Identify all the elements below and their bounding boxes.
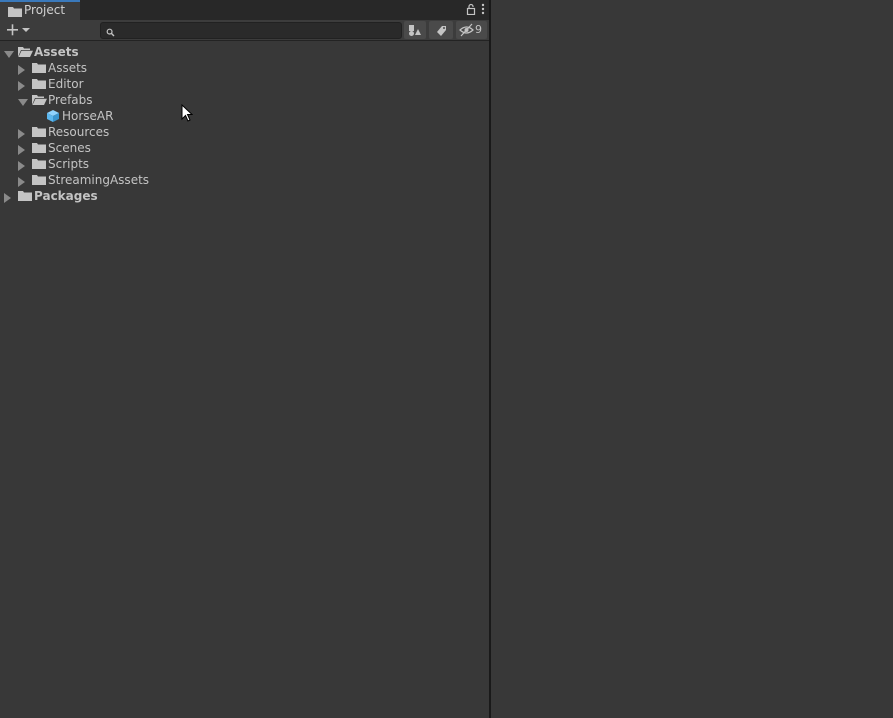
filter-by-label-button[interactable] <box>429 21 453 39</box>
tree-item[interactable]: Assets <box>0 44 489 60</box>
tree-item-label: Prefabs <box>48 93 93 107</box>
tree-item-label: Assets <box>48 61 88 75</box>
folder-open-icon <box>18 46 33 60</box>
project-window: Project 9 Assets Assets Editor Prefabs H… <box>0 0 489 718</box>
tree-item[interactable]: StreamingAssets <box>0 172 489 188</box>
filter-by-type-icon <box>409 25 421 36</box>
tree-item[interactable]: Resources <box>0 124 489 140</box>
tab-strip: Project <box>0 0 489 20</box>
eye-slash-icon <box>459 23 474 37</box>
project-browser-content <box>491 0 893 718</box>
tree-item-label: Assets <box>34 45 79 59</box>
folder-icon <box>18 190 32 204</box>
search-input[interactable] <box>119 23 395 38</box>
tree-item-label: Editor <box>48 77 84 91</box>
tree-item-label: StreamingAssets <box>48 173 150 187</box>
plus-icon <box>7 24 18 36</box>
mouse-cursor-icon <box>181 103 194 125</box>
folder-icon <box>32 158 46 172</box>
expand-arrow-right-icon[interactable] <box>4 192 12 206</box>
tree-item-label: Resources <box>48 125 110 139</box>
tree-item[interactable]: HorseAR <box>0 108 489 124</box>
tree-item-label: Packages <box>34 189 98 203</box>
lock-icon[interactable] <box>466 3 476 18</box>
kebab-menu-icon[interactable] <box>481 3 485 18</box>
hidden-packages-button[interactable]: 9 <box>456 21 487 39</box>
tree-item[interactable]: Assets <box>0 60 489 76</box>
tab-tools <box>466 2 485 18</box>
folder-icon <box>32 126 46 140</box>
create-button[interactable] <box>5 22 33 38</box>
tree-item-label: HorseAR <box>62 109 114 123</box>
tree-item[interactable]: Prefabs <box>0 92 489 108</box>
filter-by-type-button[interactable] <box>404 21 426 39</box>
tree-item[interactable]: Editor <box>0 76 489 92</box>
chevron-down-icon <box>22 28 30 32</box>
project-toolbar: 9 <box>0 20 489 41</box>
search-field[interactable] <box>100 22 402 39</box>
folder-open-icon <box>32 94 47 108</box>
folder-icon <box>32 142 46 156</box>
tab-title: Project <box>24 3 66 17</box>
tree-item[interactable]: Scenes <box>0 140 489 156</box>
hidden-packages-count: 9 <box>475 23 482 36</box>
folder-icon <box>32 174 46 188</box>
folder-icon <box>8 6 22 17</box>
tree-item-label: Scripts <box>48 157 90 171</box>
folder-icon <box>32 78 46 92</box>
tag-icon <box>437 26 446 36</box>
folder-icon <box>32 62 46 76</box>
tree-item[interactable]: Scripts <box>0 156 489 172</box>
tree-item-label: Scenes <box>48 141 91 155</box>
tab-project[interactable]: Project <box>0 0 80 20</box>
tree-item[interactable]: Packages <box>0 188 489 204</box>
search-icon <box>106 26 115 40</box>
